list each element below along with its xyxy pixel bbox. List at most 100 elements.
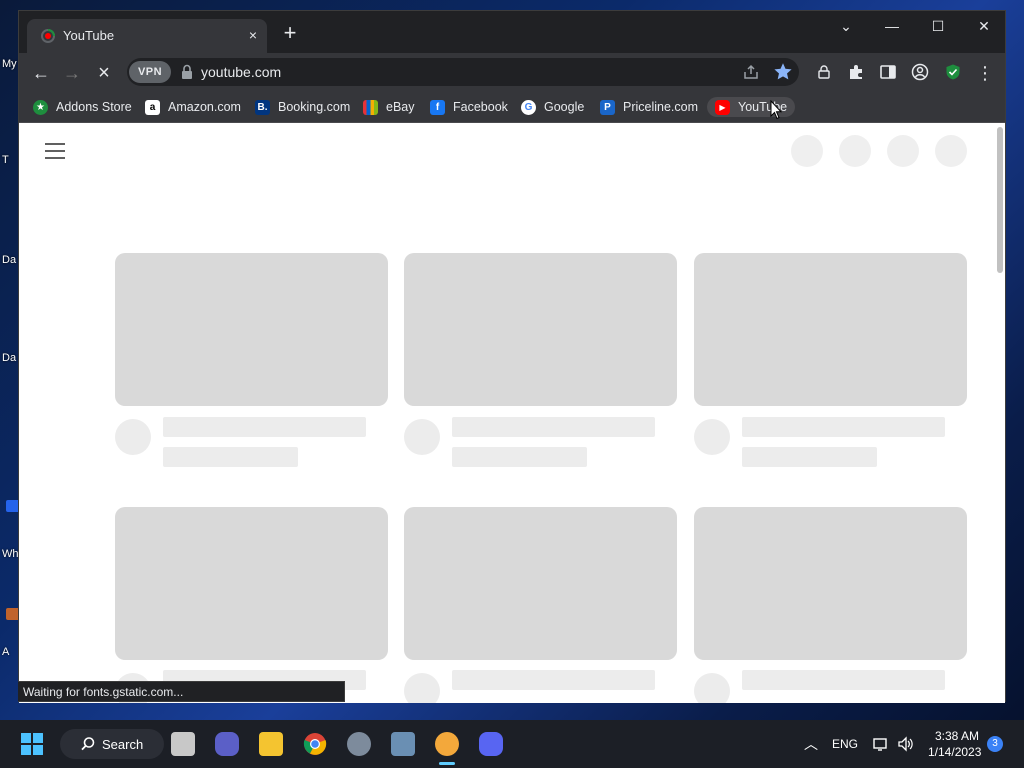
youtube-icon: ▶ <box>715 99 730 115</box>
url-text[interactable]: youtube.com <box>201 64 281 80</box>
address-bar[interactable]: VPN youtube.com <box>127 58 799 86</box>
clock-date[interactable]: 1/14/2023 <box>928 745 981 759</box>
browser-window: YouTube × + ⌄ — ☐ ✕ ← → × VPN youtube.co… <box>18 10 1007 703</box>
browser-menu-button[interactable]: ⋮ <box>973 61 997 85</box>
channel-avatar-placeholder <box>115 419 151 455</box>
close-window-button[interactable]: ✕ <box>961 11 1007 41</box>
volume-icon[interactable] <box>897 736 915 752</box>
back-button[interactable]: ← <box>29 61 53 85</box>
desktop-label-t[interactable]: T <box>2 154 9 166</box>
video-thumbnail-placeholder <box>404 507 677 660</box>
bookmark-label: Google <box>544 100 585 114</box>
lock-icon[interactable] <box>181 64 193 80</box>
extensions-puzzle-icon[interactable] <box>847 63 865 81</box>
video-thumbnail-placeholder <box>115 253 388 406</box>
vpn-app-icon[interactable] <box>435 732 459 756</box>
menu-hamburger-icon[interactable] <box>45 143 65 159</box>
header-placeholder-circle <box>839 135 871 167</box>
title-line-placeholder <box>452 670 655 690</box>
desktop-label-wh[interactable]: Wh <box>2 548 19 560</box>
bookmark-label: Facebook <box>453 100 508 114</box>
page-scrollbar[interactable] <box>997 127 1003 273</box>
network-icon[interactable] <box>873 736 889 752</box>
search-icon <box>81 737 95 751</box>
browser-toolbar: ← → × VPN youtube.com ⋮ <box>19 53 1005 91</box>
profile-icon[interactable] <box>911 63 929 81</box>
active-app-indicator <box>439 762 455 765</box>
vpn-button[interactable]: VPN <box>129 61 171 83</box>
taskbar-search-button[interactable]: Search <box>60 729 164 759</box>
discord-icon[interactable] <box>479 732 503 756</box>
bookmark-ebay[interactable]: eBay <box>363 97 415 117</box>
addons-store-icon: ★ <box>33 99 48 115</box>
title-line-placeholder <box>163 417 366 437</box>
channel-avatar-placeholder <box>404 673 440 703</box>
share-icon[interactable] <box>742 63 760 81</box>
tab-youtube[interactable]: YouTube × <box>27 19 267 53</box>
extension-lock-icon[interactable] <box>815 63 833 81</box>
bookmark-facebook[interactable]: f Facebook <box>430 97 508 117</box>
channel-avatar-placeholder <box>404 419 440 455</box>
file-explorer-icon[interactable] <box>259 732 283 756</box>
forward-button[interactable]: → <box>60 61 84 85</box>
notification-badge[interactable]: 3 <box>987 736 1003 752</box>
header-placeholder-circle <box>791 135 823 167</box>
shield-extension-icon[interactable] <box>944 63 962 81</box>
status-bubble: Waiting for fonts.gstatic.com... <box>18 681 345 702</box>
loading-favicon-icon <box>41 29 55 43</box>
teams-chat-icon[interactable] <box>215 732 239 756</box>
desktop-label-da-2[interactable]: Da <box>2 352 16 364</box>
new-tab-button[interactable]: + <box>278 21 302 45</box>
booking-icon: B. <box>255 99 270 115</box>
windows-start-icon[interactable] <box>20 732 44 756</box>
bookmark-label: Amazon.com <box>168 100 241 114</box>
desktop-label-da-1[interactable]: Da <box>2 254 16 266</box>
tray-overflow-chevron-icon[interactable]: ︿ <box>804 734 818 754</box>
desktop-label-a[interactable]: A <box>2 646 9 658</box>
bookmark-addons-store[interactable]: ★ Addons Store <box>33 97 132 117</box>
search-label: Search <box>102 736 144 752</box>
maximize-button[interactable]: ☐ <box>915 11 961 41</box>
meta-line-placeholder <box>742 447 877 467</box>
tab-title: YouTube <box>63 28 115 43</box>
video-thumbnail-placeholder <box>694 507 967 660</box>
language-indicator[interactable]: ENG <box>832 737 858 751</box>
header-placeholder-circle <box>935 135 967 167</box>
facebook-icon: f <box>430 99 445 115</box>
settings-gear-icon[interactable] <box>347 732 371 756</box>
bookmark-google[interactable]: G Google <box>521 97 584 117</box>
search-tabs-button[interactable]: ⌄ <box>823 11 869 41</box>
meta-line-placeholder <box>163 447 298 467</box>
task-view-icon[interactable] <box>171 732 195 756</box>
bookmark-label: Booking.com <box>278 100 351 114</box>
google-icon: G <box>521 99 536 115</box>
channel-avatar-placeholder <box>694 673 730 703</box>
bookmark-star-icon[interactable] <box>774 63 792 81</box>
taskbar: Search ︿ ENG 3:38 AM 1/14/2023 3 <box>0 720 1024 768</box>
amazon-icon: a <box>145 99 160 115</box>
video-thumbnail-placeholder <box>404 253 677 406</box>
mouse-cursor-icon <box>770 100 782 120</box>
bookmark-label: Priceline.com <box>623 100 699 114</box>
video-thumbnail-placeholder <box>694 253 967 406</box>
chrome-icon[interactable] <box>303 732 327 756</box>
video-thumbnail-placeholder <box>115 507 388 660</box>
clock-time[interactable]: 3:38 AM <box>935 729 979 743</box>
priceline-icon: P <box>600 99 615 115</box>
title-line-placeholder <box>452 417 655 437</box>
tab-close-icon[interactable]: × <box>249 27 257 43</box>
bookmark-amazon[interactable]: a Amazon.com <box>145 97 241 117</box>
ebay-icon <box>363 99 378 115</box>
meta-line-placeholder <box>452 447 587 467</box>
minimize-button[interactable]: — <box>869 11 915 41</box>
bookmark-booking[interactable]: B. Booking.com <box>255 97 350 117</box>
desktop-label-my[interactable]: My <box>2 58 17 70</box>
channel-avatar-placeholder <box>694 419 730 455</box>
stop-loading-button[interactable]: × <box>92 61 116 85</box>
side-panel-icon[interactable] <box>879 63 897 81</box>
header-placeholder-circle <box>887 135 919 167</box>
bookmarks-bar: ★ Addons Store a Amazon.com B. Booking.c… <box>19 91 1005 123</box>
photos-icon[interactable] <box>391 732 415 756</box>
title-line-placeholder <box>742 417 945 437</box>
bookmark-priceline[interactable]: P Priceline.com <box>600 97 698 117</box>
